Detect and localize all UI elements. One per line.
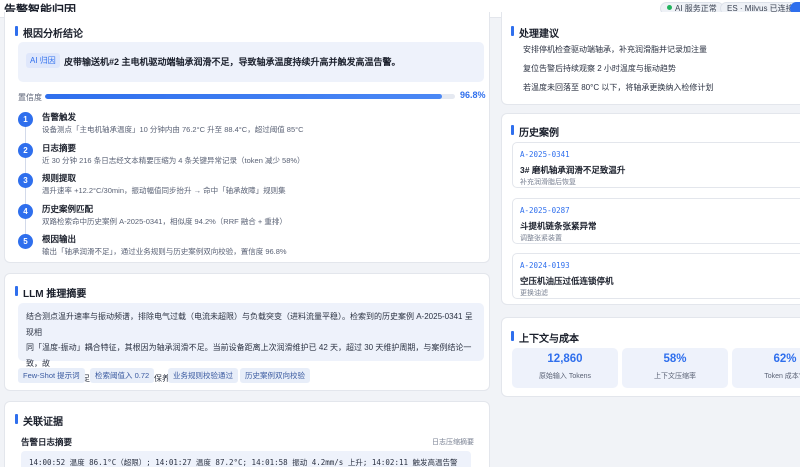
step-title: 日志摘要 [42,143,77,153]
metric-tile: 58% 上下文压缩率 [622,348,728,388]
step-desc: 近 30 分钟 216 条日志经文本精要压缩为 4 条关键异常记录（token … [42,156,305,165]
action-item: 复位告警后持续观察 2 小时温度与振动趋势 [523,64,676,73]
llm-summary-text: 结合测点温升速率与振动频谱，排除电气过载（电流未超限）与负载突变（进料流量平稳）… [18,303,484,383]
metric-value: 62% [773,353,797,365]
history-case[interactable]: A-2025-0341 3# 磨机轴承润滑不足致温升 补充润滑脂后恢复 [512,142,800,188]
llm-summary-line: 结合测点温升速率与振动频谱，排除电气过载（电流未超限）与负载突变（进料流量平稳）… [26,312,473,337]
step-desc: 双路检索命中历史案例 A-2025-0341，相似度 94.2%（RRF 融合 … [42,217,287,226]
step-title: 根因输出 [42,234,77,244]
actions-title: 处理建议 [511,25,559,40]
confidence-bar-fill [45,94,442,99]
metric-tile: 62% Token 成本节 [732,348,800,388]
ai-tag-badge: AI 归因 [26,53,60,68]
step-number: 3 [18,173,33,188]
metric-label: Token 成本节 [764,373,800,380]
llm-tag: 业务规则校验通过 [168,368,238,383]
case-title: 3# 磨机轴承润滑不足致温升 [520,165,626,175]
metric-label: 原始输入 Tokens [538,373,592,380]
llm-tag: Few-Shot 提示词 [18,368,85,383]
llm-summary-title: LLM 推理摘要 [15,285,86,300]
timeline-step: 4 历史案例匹配 双路检索命中历史案例 A-2025-0341，相似度 94.2… [18,202,488,232]
step-desc: 输出「轴承润滑不足」，通过业务规则与历史案例双向校验，置信度 96.8% [42,247,287,256]
step-desc: 设备测点「主电机轴承温度」10 分钟内由 76.2°C 升至 88.4°C，超过… [42,125,304,134]
log-summary-meta: 日志压缩摘要 [432,439,474,446]
case-id: A-2025-0341 [520,150,570,159]
step-number: 4 [18,204,33,219]
timeline-step: 3 规则提取 温升速率 +12.2°C/30min，振动幅值同步抬升 → 命中「… [18,171,488,201]
context-cost-card: 上下文与成本 12,860 原始输入 Tokens 58% 上下文压缩率 62%… [501,317,800,397]
status-dot-icon [667,5,672,10]
confidence-label: 置信度 [18,93,42,102]
root-cause-card: 根因分析结论 AI 归因 皮带输送机#2 主电机驱动端轴承润滑不足，导致轴承温度… [4,12,490,263]
step-title: 规则提取 [42,173,77,183]
case-sub: 补充润滑脂后恢复 [520,179,576,186]
timeline-step: 1 告警触发 设备测点「主电机轴承温度」10 分钟内由 76.2°C 升至 88… [18,110,488,140]
step-desc: 温升速率 +12.2°C/30min，振动幅值同步抬升 → 命中「轴承故障」规则… [42,186,286,195]
actions-card: 处理建议 安排停机检查驱动端轴承，补充润滑脂并记录加注量 复位告警后持续观察 2… [501,12,800,105]
conclusion-text: 皮带输送机#2 主电机驱动端轴承润滑不足，导致轴承温度持续升高并触发高温告警。 [64,57,401,67]
case-id: A-2024-0193 [520,261,570,270]
history-title: 历史案例 [511,124,559,139]
timeline-step: 2 日志摘要 近 30 分钟 216 条日志经文本精要压缩为 4 条关键异常记录… [18,141,488,171]
step-number: 1 [18,112,33,127]
llm-tag: 检索阈值入 0.72 [90,368,155,383]
case-title: 斗提机链条张紧异常 [520,221,597,231]
confidence-value: 96.8% [460,90,486,100]
step-number: 5 [18,234,33,249]
llm-summary-line: 同「温度-振动」耦合特征，其根因为轴承润滑不足。当前设备距离上次润滑维护已 42… [26,343,472,368]
history-case[interactable]: A-2025-0287 斗提机链条张紧异常 调整张紧装置 [512,198,800,244]
context-cost-title: 上下文与成本 [511,330,579,345]
step-number: 2 [18,143,33,158]
llm-summary-card: LLM 推理摘要 结合测点温升速率与振动频谱，排除电气过载（电流未超限）与负载突… [4,273,490,391]
metric-value: 58% [663,353,687,365]
llm-tag: 历史案例双向校验 [240,368,310,383]
case-title: 空压机油压过低连锁停机 [520,276,614,286]
log-summary-text: 14:00:52 温度 86.1°C（超限）; 14:01:27 温度 87.2… [21,451,471,467]
log-summary-title: 告警日志摘要 [21,437,73,447]
metric-tile: 12,860 原始输入 Tokens [512,348,618,388]
case-sub: 调整张紧装置 [520,235,562,242]
case-sub: 更换油滤 [520,290,548,297]
history-card: 历史案例 A-2025-0341 3# 磨机轴承润滑不足致温升 补充润滑脂后恢复… [501,113,800,305]
root-cause-title: 根因分析结论 [15,25,83,40]
action-item: 若温度未回落至 80°C 以下，将轴承更换纳入检修计划 [523,83,714,92]
step-title: 告警触发 [42,112,77,122]
history-case[interactable]: A-2024-0193 空压机油压过低连锁停机 更换油滤 [512,253,800,299]
step-title: 历史案例匹配 [42,204,94,214]
metric-value: 12,860 [547,353,583,365]
action-item: 安排停机检查驱动端轴承，补充润滑脂并记录加注量 [523,45,707,54]
evidence-title: 关联证据 [15,413,63,428]
case-id: A-2025-0287 [520,206,570,215]
confidence-bar [45,94,455,99]
metric-label: 上下文压缩率 [654,373,696,380]
timeline-step: 5 根因输出 输出「轴承润滑不足」，通过业务规则与历史案例双向校验，置信度 96… [18,232,488,262]
conclusion-box: AI 归因 皮带输送机#2 主电机驱动端轴承润滑不足，导致轴承温度持续升高并触发… [18,42,484,82]
